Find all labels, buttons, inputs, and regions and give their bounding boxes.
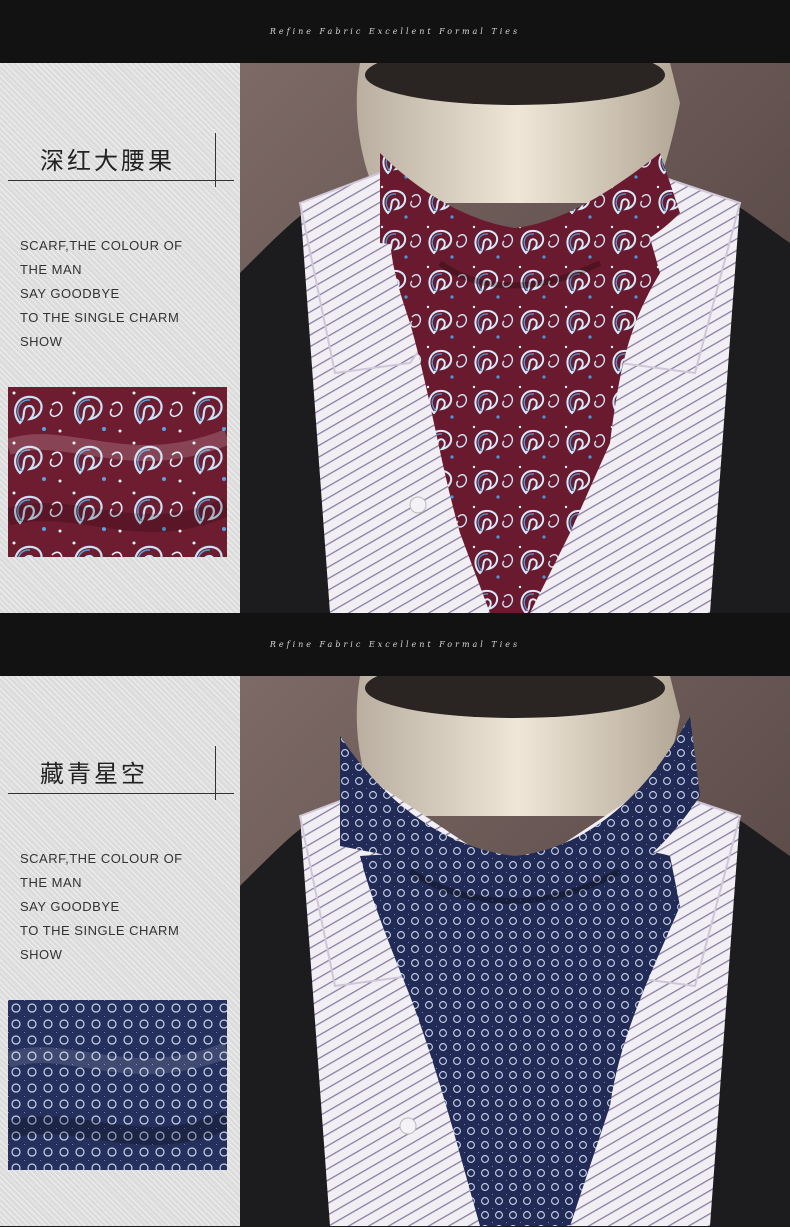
description-line: SAY GOODBYE xyxy=(20,286,120,301)
product-panel: 藏青星空 SCARF,THE COLOUR OF THE MAN SAY GOO… xyxy=(0,676,790,1226)
description-line: THE MAN xyxy=(20,875,82,890)
product-photo xyxy=(240,676,790,1226)
product-title: 深红大腰果 xyxy=(40,147,175,175)
title-underline xyxy=(8,180,234,181)
product-panel: 深红大腰果 SCARF,THE COLOUR OF THE MAN SAY GO… xyxy=(0,63,790,613)
fabric-swatch-image xyxy=(8,1000,227,1170)
fabric-swatch-image xyxy=(8,387,227,557)
title-block: 深红大腰果 xyxy=(8,133,234,187)
banner-text: Refine Fabric Excellent Formal Ties xyxy=(269,27,521,36)
title-divider xyxy=(215,746,216,800)
product-section-paisley: Refine Fabric Excellent Formal Ties 深红大腰… xyxy=(0,0,790,613)
description-line: TO THE SINGLE CHARM xyxy=(20,923,180,938)
info-column: 深红大腰果 SCARF,THE COLOUR OF THE MAN SAY GO… xyxy=(0,63,240,613)
description-line: TO THE SINGLE CHARM xyxy=(20,310,180,325)
description-line: SCARF,THE COLOUR OF xyxy=(20,238,183,253)
description-line: SAY GOODBYE xyxy=(20,899,120,914)
banner-text: Refine Fabric Excellent Formal Ties xyxy=(269,640,521,649)
product-section-navy: Refine Fabric Excellent Formal Ties 藏青星空… xyxy=(0,613,790,1226)
description-line: SHOW xyxy=(20,334,63,349)
product-title: 藏青星空 xyxy=(40,760,148,788)
title-block: 藏青星空 xyxy=(8,746,234,800)
product-description: SCARF,THE COLOUR OF THE MAN SAY GOODBYE … xyxy=(20,234,183,354)
description-line: THE MAN xyxy=(20,262,82,277)
title-divider xyxy=(215,133,216,187)
product-description: SCARF,THE COLOUR OF THE MAN SAY GOODBYE … xyxy=(20,847,183,967)
product-photo xyxy=(240,63,790,613)
top-banner: Refine Fabric Excellent Formal Ties xyxy=(0,613,790,676)
title-underline xyxy=(8,793,234,794)
description-line: SHOW xyxy=(20,947,63,962)
top-banner: Refine Fabric Excellent Formal Ties xyxy=(0,0,790,63)
info-column: 藏青星空 SCARF,THE COLOUR OF THE MAN SAY GOO… xyxy=(0,676,240,1226)
description-line: SCARF,THE COLOUR OF xyxy=(20,851,183,866)
